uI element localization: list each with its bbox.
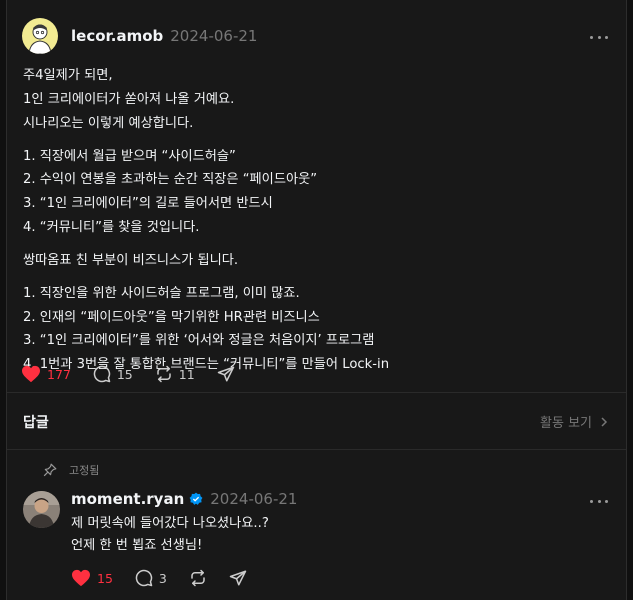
comment-repost-button[interactable] <box>189 569 207 587</box>
comment-like-count: 15 <box>97 570 113 586</box>
thread-panel: lecor.amob 2024-06-21 주4일제가 되면, 1인 크리에이터… <box>6 0 627 600</box>
post-line: 3. “1인 크리에이터”의 길로 들어서면 반드시 <box>23 196 273 212</box>
comment-count: 15 <box>116 366 133 382</box>
post-line: 시나리오는 이렇게 예상합니다. <box>23 115 194 131</box>
post-line: 쌍따옴표 친 부분이 비즈니스가 됩니다. <box>23 252 239 268</box>
post-line: 주4일제가 되면, <box>23 68 113 83</box>
comment-actions: 15 3 <box>71 568 269 588</box>
post-body: 주4일제가 되면, 1인 크리에이터가 쏟아져 나올 거예요. 시나리오는 이렇… <box>23 64 603 377</box>
comment-share-button[interactable] <box>229 569 247 587</box>
post-username[interactable]: lecor.amob <box>71 27 163 45</box>
post-line: 4. “커뮤니티”를 찾을 것입니다. <box>23 220 200 236</box>
comment-author-avatar[interactable] <box>23 491 60 528</box>
more-icon[interactable] <box>590 28 608 46</box>
pinned-label: 고정됨 <box>69 464 100 477</box>
post-line: 1. 직장에서 월급 받으며 “사이드허슬” <box>23 148 236 164</box>
replies-heading: 답글 <box>23 415 49 431</box>
like-count: 177 <box>47 366 71 382</box>
share-icon <box>217 366 234 382</box>
comment-button[interactable]: 15 <box>93 365 133 383</box>
more-icon[interactable] <box>590 492 608 510</box>
divider <box>7 449 626 450</box>
comment-line: 언제 한 번 뵙죠 선생님! <box>71 538 203 553</box>
comment-like-button[interactable]: 15 <box>71 569 113 587</box>
repost-icon <box>191 569 205 587</box>
comment-reply-button[interactable]: 3 <box>135 569 167 587</box>
verified-badge-icon <box>189 492 203 505</box>
post-date: 2024-06-21 <box>170 27 258 45</box>
repost-count: 11 <box>178 366 195 382</box>
comment-icon <box>93 365 111 383</box>
post-actions: 177 15 11 <box>21 364 257 384</box>
post-line: 1인 크리에이터가 쏟아져 나올 거예요. <box>23 91 235 107</box>
comment-date: 2024-06-21 <box>210 490 298 508</box>
post-line: 2. 수익이 연봉을 초과하는 순간 직장은 “페이드아웃” <box>23 172 318 188</box>
divider <box>7 392 626 393</box>
heart-icon <box>22 365 40 383</box>
comment-username[interactable]: moment.ryan <box>71 490 184 508</box>
share-icon <box>229 570 247 586</box>
post-line: 1. 직장인을 위한 사이드허슬 프로그램, 이미 많죠. <box>23 285 300 301</box>
chevron-right-icon <box>601 416 608 427</box>
pinned-indicator: 고정됨 <box>43 462 99 478</box>
post-line: 2. 인재의 “페이드아웃”을 막기위한 HR관련 비즈니스 <box>23 309 320 325</box>
repost-button[interactable]: 11 <box>155 365 195 383</box>
comment-body: 제 머릿속에 들어갔다 나오셨나요..? 언제 한 번 뵙죠 선생님! <box>71 513 269 557</box>
share-button[interactable] <box>217 365 235 383</box>
comment-reply-count: 3 <box>158 570 167 586</box>
view-activity-label: 활동 보기 <box>540 416 592 431</box>
comment-icon <box>135 569 153 587</box>
comment-header: moment.ryan 2024-06-21 <box>71 489 297 509</box>
pin-icon <box>43 463 57 477</box>
comment-line: 제 머릿속에 들어갔다 나오셨나요..? <box>71 516 269 531</box>
heart-icon <box>72 569 90 587</box>
post-author-avatar[interactable] <box>22 18 58 54</box>
like-button[interactable]: 177 <box>21 365 71 383</box>
view-activity-link[interactable]: 활동 보기 <box>540 412 610 431</box>
post-header: lecor.amob 2024-06-21 <box>22 18 257 54</box>
post-line: 3. “1인 크리에이터”를 위한 ‘어서와 정글은 처음이지’ 프로그램 <box>23 333 375 349</box>
repost-icon <box>157 365 171 383</box>
